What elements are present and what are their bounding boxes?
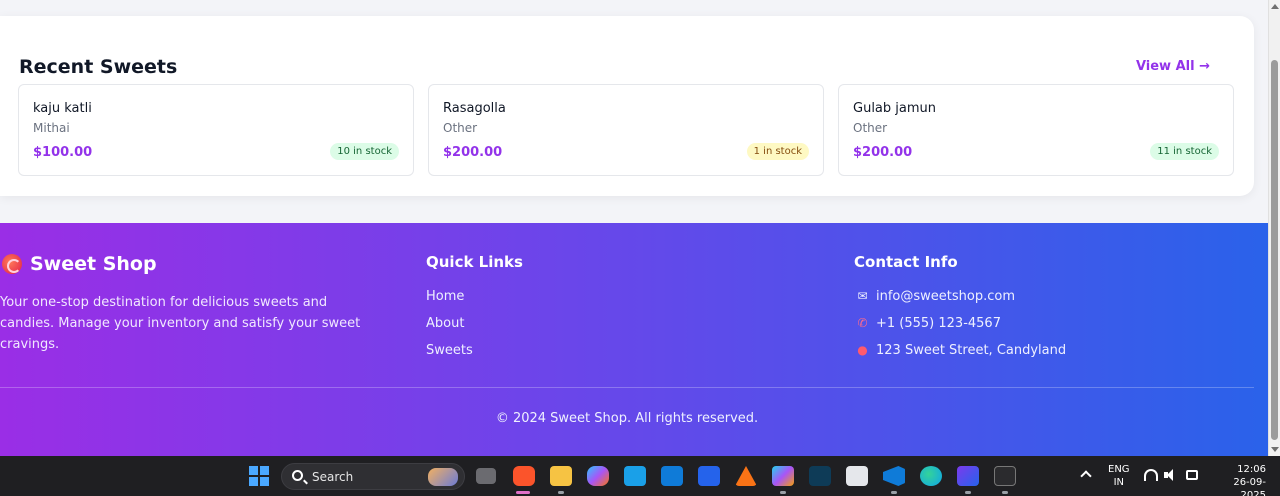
clock-date: 26-09-2025 bbox=[1233, 477, 1266, 496]
page-scrollbar[interactable] bbox=[1268, 0, 1280, 456]
footer-link-sweets[interactable]: Sweets bbox=[426, 343, 473, 370]
phone-icon: ✆ bbox=[857, 316, 868, 330]
stock-badge: 1 in stock bbox=[746, 143, 809, 160]
copilot-icon[interactable] bbox=[587, 466, 609, 486]
footer-link-about[interactable]: About bbox=[426, 316, 473, 343]
vscode-indicator bbox=[891, 491, 897, 494]
brave-active-indicator bbox=[516, 491, 530, 494]
sweet-price: $200.00 bbox=[853, 145, 913, 160]
quick-links-title: Quick Links bbox=[426, 253, 523, 271]
mail-icon[interactable] bbox=[661, 466, 683, 486]
brave-browser-icon[interactable] bbox=[513, 466, 535, 486]
site-footer: Sweet Shop Your one-stop destination for… bbox=[0, 223, 1268, 456]
search-label: Search bbox=[312, 470, 354, 484]
contact-phone-text: +1 (555) 123-4567 bbox=[876, 316, 1001, 331]
brand-name: Sweet Shop bbox=[30, 253, 157, 275]
contact-email-text: info@sweetshop.com bbox=[876, 289, 1015, 304]
taskbar-search[interactable]: Search bbox=[281, 463, 465, 490]
sweet-grid: kaju katli Mithai $100.00 10 in stock Ra… bbox=[18, 84, 1234, 176]
sweet-price: $200.00 bbox=[443, 145, 503, 160]
sweet-category: Other bbox=[443, 121, 478, 135]
vscode-icon[interactable] bbox=[883, 466, 905, 486]
stock-badge: 10 in stock bbox=[330, 143, 399, 160]
taskbar-clock[interactable]: 12:06 26-09-2025 bbox=[1210, 463, 1266, 496]
terminal-icon[interactable] bbox=[994, 466, 1016, 486]
sweet-card[interactable]: Gulab jamun Other $200.00 11 in stock bbox=[838, 84, 1234, 176]
task-view-icon[interactable] bbox=[476, 468, 496, 484]
taskbar: Search ENG IN 12:06 26-09-2025 bbox=[0, 456, 1280, 496]
sweet-name: Rasagolla bbox=[443, 101, 506, 116]
location-pin-icon: ● bbox=[857, 343, 868, 357]
sweet-name: Gulab jamun bbox=[853, 101, 936, 116]
contact-address: ● 123 Sweet Street, Candyland bbox=[855, 343, 1066, 370]
file-explorer-icon[interactable] bbox=[550, 466, 572, 486]
search-highlight-image bbox=[428, 468, 458, 486]
wifi-icon[interactable] bbox=[1144, 469, 1158, 481]
vlc-icon[interactable] bbox=[735, 466, 757, 486]
sweet-category: Mithai bbox=[33, 121, 70, 135]
windows-start-icon[interactable] bbox=[249, 466, 269, 486]
quick-links-list: Home About Sweets bbox=[426, 289, 473, 370]
email-icon: ✉ bbox=[857, 289, 868, 303]
contact-list: ✉ info@sweetshop.com ✆ +1 (555) 123-4567… bbox=[855, 289, 1066, 370]
intellij-indicator bbox=[965, 491, 971, 494]
notepad-icon[interactable] bbox=[846, 466, 868, 486]
sweet-card[interactable]: kaju katli Mithai $100.00 10 in stock bbox=[18, 84, 414, 176]
copilot-pro-indicator bbox=[780, 491, 786, 494]
search-icon bbox=[292, 470, 303, 481]
contact-info-title: Contact Info bbox=[854, 253, 958, 271]
contact-address-text: 123 Sweet Street, Candyland bbox=[876, 343, 1067, 358]
terminal-indicator bbox=[1002, 491, 1008, 494]
language-code: ENG bbox=[1108, 464, 1130, 475]
scroll-down-arrow-icon[interactable] bbox=[1271, 447, 1279, 452]
footer-brand[interactable]: Sweet Shop bbox=[2, 253, 157, 275]
sweet-name: kaju katli bbox=[33, 101, 92, 116]
sweet-card[interactable]: Rasagolla Other $200.00 1 in stock bbox=[428, 84, 824, 176]
view-all-link[interactable]: View All → bbox=[1136, 59, 1210, 74]
region-code: IN bbox=[1113, 477, 1124, 488]
scroll-up-arrow-icon[interactable] bbox=[1271, 4, 1279, 9]
footer-divider bbox=[0, 387, 1254, 388]
recent-sweets-title: Recent Sweets bbox=[19, 56, 178, 78]
file-explorer-indicator bbox=[558, 491, 564, 494]
stock-badge: 11 in stock bbox=[1150, 143, 1219, 160]
language-indicator[interactable]: ENG IN bbox=[1108, 463, 1130, 489]
footer-tagline: Your one-stop destination for delicious … bbox=[0, 295, 361, 352]
footer-link-home[interactable]: Home bbox=[426, 289, 473, 316]
clock-time: 12:06 bbox=[1237, 464, 1266, 475]
contact-email: ✉ info@sweetshop.com bbox=[855, 289, 1066, 316]
scroll-thumb[interactable] bbox=[1271, 60, 1278, 440]
battery-icon[interactable] bbox=[1186, 470, 1198, 480]
azure-app-icon[interactable] bbox=[698, 466, 720, 486]
intellij-icon[interactable] bbox=[957, 466, 979, 486]
volume-icon[interactable] bbox=[1164, 469, 1178, 481]
edge-icon[interactable] bbox=[920, 466, 942, 486]
sweet-category: Other bbox=[853, 121, 888, 135]
copyright: © 2024 Sweet Shop. All rights reserved. bbox=[495, 411, 759, 426]
copilot-pro-icon[interactable] bbox=[772, 466, 794, 486]
mysql-workbench-icon[interactable] bbox=[809, 466, 831, 486]
chevron-up-icon[interactable] bbox=[1080, 470, 1092, 482]
candy-logo-icon bbox=[2, 254, 22, 274]
contact-phone: ✆ +1 (555) 123-4567 bbox=[855, 316, 1066, 343]
sweet-price: $100.00 bbox=[33, 145, 93, 160]
remote-desktop-icon[interactable] bbox=[624, 466, 646, 486]
